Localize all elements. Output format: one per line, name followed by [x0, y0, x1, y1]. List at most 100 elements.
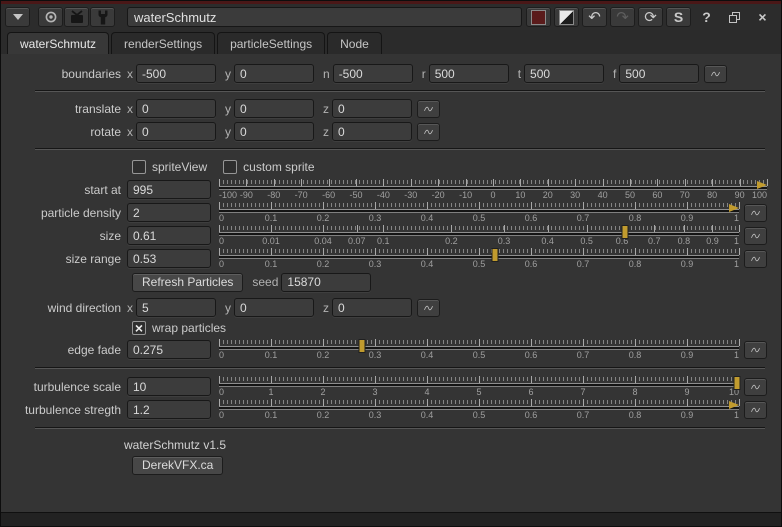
slider-tick-label: 0 [219, 349, 225, 360]
panel-color-button[interactable] [554, 7, 579, 27]
turbulence-stregth-label: turbulence stregth [24, 402, 121, 417]
turbulence-stregth-slider[interactable]: 0 0.1 0.2 0.3 0.4 0.5 0.6 0.7 0.8 0.9 1 [219, 398, 740, 421]
undo-button[interactable]: ↶ [582, 7, 607, 27]
slider-handle[interactable] [359, 339, 365, 352]
close-button[interactable]: × [750, 7, 775, 27]
translate-z-input[interactable] [332, 99, 412, 118]
translate-x-input[interactable] [136, 99, 216, 118]
wind-direction-z-input[interactable] [332, 298, 412, 317]
slider-handle[interactable] [492, 248, 498, 261]
size-range-input[interactable] [127, 249, 211, 268]
boundaries-y-input[interactable] [234, 64, 314, 83]
boundaries-x-input[interactable] [136, 64, 216, 83]
slider-tick-label: 0.4 [420, 258, 434, 269]
slider-major-tick [219, 375, 220, 383]
start-at-slider[interactable]: -100 -90 -80 -70 -60 -50 -40 -30 -20 -10 0 10 20 30 40… [219, 178, 768, 201]
axis-f-label: f [613, 66, 617, 81]
node-name-input[interactable] [127, 7, 522, 27]
slider-major-tick [323, 398, 324, 406]
slider-handle[interactable] [734, 376, 740, 389]
wind-direction-x-input[interactable] [136, 298, 216, 317]
slider-major-tick [583, 398, 584, 406]
translate-row: translate x y z [9, 98, 767, 119]
tab-waterschmutz[interactable]: waterSchmutz [7, 32, 110, 54]
float-panel-button[interactable] [722, 7, 747, 27]
turbulence-scale-slider[interactable]: 0 1 2 3 4 5 6 7 8 9 10 [219, 375, 740, 398]
focus-node-button[interactable] [38, 7, 63, 27]
wrap-particles-checkbox[interactable]: × wrap particles [132, 321, 226, 335]
help-button[interactable]: ? [694, 7, 719, 27]
rotate-z-input[interactable] [332, 122, 412, 141]
turbulence-stregth-input[interactable] [127, 400, 211, 419]
wind-direction-anim-button[interactable] [417, 298, 440, 317]
redo-icon: ↷ [616, 8, 629, 26]
slider-tick-label: 0 [490, 189, 496, 200]
slider-major-tick [583, 375, 584, 383]
settings-wrench-button[interactable] [90, 7, 115, 27]
node-color-button[interactable] [526, 7, 551, 27]
boundaries-f-input[interactable] [619, 64, 700, 83]
particle-density-anim-button[interactable] [744, 203, 767, 222]
tab-rendersettings[interactable]: renderSettings [111, 32, 216, 54]
translate-y-input[interactable] [234, 99, 314, 118]
particle-density-input[interactable] [127, 203, 211, 222]
size-range-slider[interactable]: 0 0.1 0.2 0.3 0.4 0.5 0.6 0.7 0.8 0.9 1 [219, 247, 740, 270]
particle-density-slider[interactable]: 0 0.1 0.2 0.3 0.4 0.5 0.6 0.7 0.8 0.9 1 [219, 201, 740, 224]
custom-sprite-checkbox[interactable]: custom sprite [223, 160, 315, 174]
slider-tickband [219, 225, 739, 230]
slider-major-tick [635, 201, 636, 209]
rotate-anim-button[interactable] [417, 122, 440, 141]
edge-fade-anim-button[interactable] [744, 340, 767, 359]
edge-fade-slider[interactable]: 0 0.1 0.2 0.3 0.4 0.5 0.6 0.7 0.8 0.9 1 [219, 338, 740, 361]
turbulence-stregth-anim-button[interactable] [744, 400, 767, 419]
checkbox-box [132, 160, 146, 174]
slider-handle[interactable] [622, 225, 628, 238]
rotate-y-input[interactable] [234, 122, 314, 141]
slider-tick-label: 0.2 [316, 212, 330, 223]
boundaries-t-input[interactable] [524, 64, 605, 83]
boundaries-r-input[interactable] [428, 64, 509, 83]
wind-direction-label: wind direction [47, 300, 121, 315]
wind-direction-y-input[interactable] [234, 298, 314, 317]
checkbox-box: × [132, 321, 146, 335]
slider-major-tick [586, 224, 588, 232]
boundaries-n-input[interactable] [332, 64, 413, 83]
slider-tick-label: 4 [424, 386, 430, 397]
edge-fade-input[interactable] [127, 340, 211, 359]
translate-anim-button[interactable] [417, 99, 440, 118]
spriteview-checkbox[interactable]: spriteView [132, 160, 207, 174]
size-input[interactable] [127, 226, 211, 245]
revert-button[interactable]: ⟳ [638, 7, 663, 27]
tab-particlesettings[interactable]: particleSettings [217, 32, 326, 54]
slider-handle[interactable] [757, 180, 767, 189]
slider-major-tick [635, 398, 636, 406]
slider-tick-label: 0.3 [497, 235, 511, 246]
script-button[interactable]: S [666, 7, 691, 27]
tab-node[interactable]: Node [327, 32, 382, 54]
slider-handle[interactable] [729, 400, 739, 409]
slider-handle[interactable] [729, 203, 739, 212]
monitor-out-button[interactable] [64, 7, 89, 27]
size-anim-button[interactable] [744, 226, 767, 245]
size-slider[interactable]: 0 0.01 0.04 0.07 0.1 0.2 0.3 0.4 0.5 0.6 0.7 0.8 0.9… [219, 224, 740, 247]
seed-input[interactable] [281, 272, 372, 292]
axis-x-label: x [127, 300, 133, 315]
slider-major-tick [684, 178, 686, 186]
slider-tick-label: 0 [219, 235, 225, 246]
slider-tick-label: 90 [734, 189, 745, 200]
boundaries-anim-button[interactable] [704, 64, 728, 83]
turbulence-scale-input[interactable] [127, 377, 211, 396]
turbulence-scale-anim-button[interactable] [744, 377, 767, 396]
rotate-x-input[interactable] [136, 122, 216, 141]
derekvfx-link-button[interactable]: DerekVFX.ca [132, 455, 224, 475]
slider-tick-label: -40 [376, 189, 390, 200]
dropdown-menu-button[interactable] [5, 7, 30, 27]
slider-major-tick [712, 178, 714, 186]
slider-major-tick [219, 338, 220, 346]
slider-tick-label: 60 [652, 189, 663, 200]
redo-button[interactable]: ↷ [610, 7, 635, 27]
size-range-anim-button[interactable] [744, 249, 767, 268]
refresh-particles-button[interactable]: Refresh Particles [132, 272, 244, 292]
start-at-input[interactable] [127, 180, 211, 199]
start-at-row: start at -100-90-80-70-60-50-40-30-20-10… [9, 178, 768, 201]
